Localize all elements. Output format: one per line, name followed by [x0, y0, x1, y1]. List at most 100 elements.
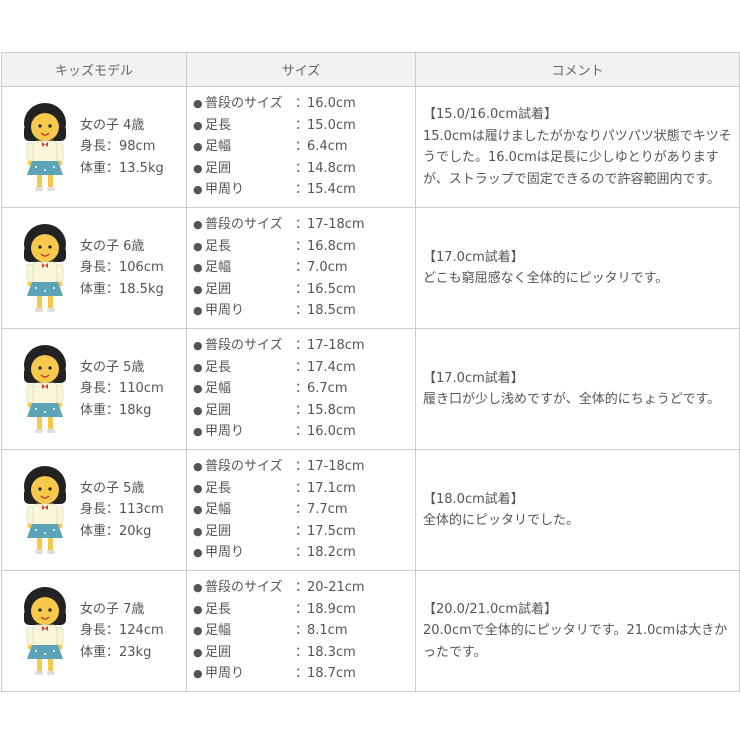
size-item: ● 足囲 ： 17.5cm: [193, 521, 415, 543]
model-weight: 体重：20kg: [80, 523, 152, 539]
girl-avatar-icon: [24, 224, 66, 312]
model-gender-age: 女の子 5歳: [80, 480, 145, 496]
table-row: 女の子 7歳 身長：124cm 体重：23kg ● 普段のサイズ ： 20-21…: [1, 570, 740, 692]
size-colon: ：: [295, 217, 309, 233]
comment: 【15.0/16.0cm試着】 15.0cmは履けましたがかなりパツパツ状態でキ…: [416, 104, 739, 190]
comment-body: 20.0cmで全体的にピッタリです。21.0cmは大きかったです。: [423, 623, 728, 660]
size-label: 足囲: [205, 402, 232, 418]
size-label: 普段のサイズ: [205, 580, 283, 596]
size-colon: ：: [295, 260, 309, 276]
size-value: 8.1cm: [307, 623, 348, 639]
model-text: 女の子 4歳 身長：98cm 体重：13.5kg: [80, 115, 164, 180]
bullet-icon: ●: [193, 546, 203, 560]
size-colon: ：: [295, 424, 309, 440]
size-item: ● 足長 ： 16.8cm: [193, 236, 415, 258]
size-value: 15.8cm: [307, 402, 356, 418]
size-item: ● 足囲 ： 14.8cm: [193, 158, 415, 180]
size-value: 18.9cm: [307, 601, 356, 617]
size-item: ● 足長 ： 17.4cm: [193, 357, 415, 379]
size-label: 普段のサイズ: [205, 459, 283, 475]
size-colon: ：: [295, 545, 309, 561]
bullet-icon: ●: [193, 360, 203, 374]
size-cell: ● 普段のサイズ ： 17-18cm ● 足長 ： 17.4cm ● 足幅 ： …: [186, 328, 416, 450]
size-cell: ● 普段のサイズ ： 16.0cm ● 足長 ： 15.0cm ● 足幅 ： 6…: [186, 86, 416, 208]
size-label: 足囲: [205, 644, 232, 660]
model-info: 女の子 7歳 身長：124cm 体重：23kg: [2, 581, 186, 681]
size-list: ● 普段のサイズ ： 17-18cm ● 足長 ： 17.4cm ● 足幅 ： …: [187, 335, 415, 443]
comment: 【17.0cm試着】 履き口が少し浅めですが、全体的にちょうどです。: [416, 368, 739, 411]
bullet-icon: ●: [193, 667, 203, 681]
girl-avatar-icon: [24, 466, 66, 554]
size-list: ● 普段のサイズ ： 20-21cm ● 足長 ： 18.9cm ● 足幅 ： …: [187, 577, 415, 685]
size-colon: ：: [295, 238, 309, 254]
size-value: 16.5cm: [307, 281, 356, 297]
model-text: 女の子 5歳 身長：110cm 体重：18kg: [80, 357, 164, 422]
size-colon: ：: [295, 666, 309, 682]
comment-title: 【18.0cm試着】: [423, 491, 524, 507]
bullet-icon: ●: [193, 481, 203, 495]
size-label: 甲周り: [205, 424, 245, 440]
size-value: 17.1cm: [307, 480, 356, 496]
bullet-icon: ●: [193, 503, 203, 517]
size-colon: ：: [295, 281, 309, 297]
model-weight: 体重：18kg: [80, 402, 152, 418]
size-value: 18.3cm: [307, 644, 356, 660]
size-label: 足囲: [205, 281, 232, 297]
bullet-icon: ●: [193, 524, 203, 538]
size-item: ● 足幅 ： 6.7cm: [193, 378, 415, 400]
size-list: ● 普段のサイズ ： 17-18cm ● 足長 ： 16.8cm ● 足幅 ： …: [187, 214, 415, 322]
size-label: 甲周り: [205, 666, 245, 682]
comment: 【18.0cm試着】 全体的にピッタリでした。: [416, 489, 739, 532]
size-colon: ：: [295, 502, 309, 518]
size-colon: ：: [295, 601, 309, 617]
size-value: 6.7cm: [307, 381, 348, 397]
size-item: ● 足幅 ： 7.7cm: [193, 499, 415, 521]
size-colon: ：: [295, 303, 309, 319]
bullet-icon: ●: [193, 339, 203, 353]
size-table: キッズモデル サイズ コメント 女の子 4歳 身長：98cm 体重：13.5kg…: [1, 52, 740, 692]
bullet-icon: ●: [193, 382, 203, 396]
comment-body: 履き口が少し浅めですが、全体的にちょうどです。: [423, 392, 721, 407]
bullet-icon: ●: [193, 261, 203, 275]
size-label: 足幅: [205, 381, 232, 397]
bullet-icon: ●: [193, 239, 203, 253]
comment: 【20.0/21.0cm試着】 20.0cmで全体的にピッタリです。21.0cm…: [416, 599, 739, 664]
comment-title: 【15.0/16.0cm試着】: [423, 107, 558, 122]
bullet-icon: ●: [193, 140, 203, 154]
size-label: 普段のサイズ: [205, 96, 283, 112]
model-text: 女の子 7歳 身長：124cm 体重：23kg: [80, 599, 164, 664]
model-cell: 女の子 7歳 身長：124cm 体重：23kg: [1, 570, 187, 692]
comment-cell: 【20.0/21.0cm試着】 20.0cmで全体的にピッタリです。21.0cm…: [415, 570, 740, 692]
bullet-icon: ●: [193, 118, 203, 132]
size-item: ● 足幅 ： 8.1cm: [193, 620, 415, 642]
bullet-icon: ●: [193, 97, 203, 111]
comment: 【17.0cm試着】 どこも窮屈感なく全体的にピッタリです。: [416, 247, 739, 290]
girl-avatar-icon: [24, 345, 66, 433]
size-colon: ：: [295, 359, 309, 375]
model-text: 女の子 6歳 身長：106cm 体重：18.5kg: [80, 236, 164, 301]
bullet-icon: ●: [193, 581, 203, 595]
size-item: ● 普段のサイズ ： 17-18cm: [193, 335, 415, 357]
size-value: 17-18cm: [307, 217, 365, 233]
size-colon: ：: [295, 644, 309, 660]
size-colon: ：: [295, 623, 309, 639]
size-item: ● 甲周り ： 16.0cm: [193, 421, 415, 443]
size-value: 17.4cm: [307, 359, 356, 375]
model-text: 女の子 5歳 身長：113cm 体重：20kg: [80, 478, 164, 543]
bullet-icon: ●: [193, 304, 203, 318]
model-info: 女の子 6歳 身長：106cm 体重：18.5kg: [2, 218, 186, 318]
size-colon: ：: [295, 338, 309, 354]
size-value: 17-18cm: [307, 459, 365, 475]
size-value: 14.8cm: [307, 160, 356, 176]
bullet-icon: ●: [193, 460, 203, 474]
bullet-icon: ●: [193, 282, 203, 296]
size-item: ● 普段のサイズ ： 16.0cm: [193, 93, 415, 115]
size-colon: ：: [295, 381, 309, 397]
size-label: 足長: [205, 480, 232, 496]
size-label: 足幅: [205, 139, 232, 155]
bullet-icon: ●: [193, 161, 203, 175]
size-colon: ：: [295, 523, 309, 539]
size-label: 足長: [205, 601, 232, 617]
model-cell: 女の子 5歳 身長：110cm 体重：18kg: [1, 328, 187, 450]
model-weight: 体重：13.5kg: [80, 160, 164, 176]
